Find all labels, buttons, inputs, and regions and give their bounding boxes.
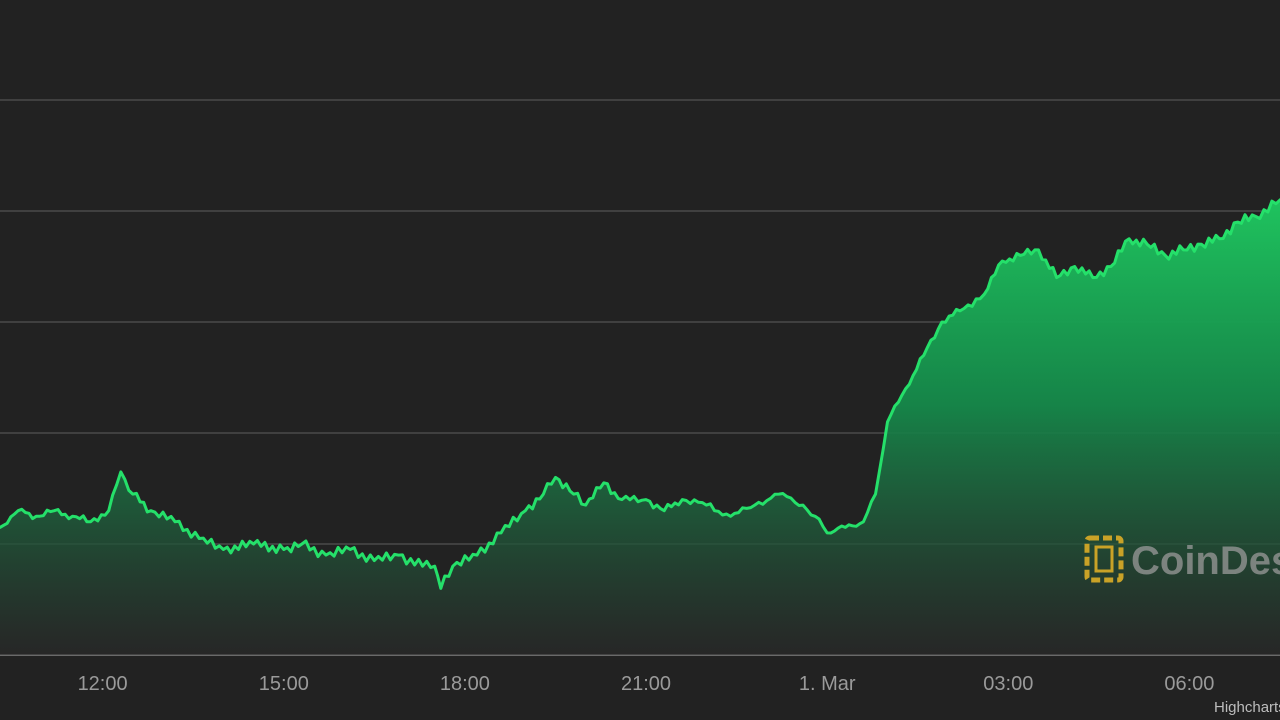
x-tick-label: 03:00	[983, 673, 1033, 695]
chart-container: 12:00 15:00 18:00 21:00 1. Mar 03:00 06:00 Coi…	[0, 0, 1280, 720]
series-area	[0, 199, 1280, 655]
x-tick-label: 12:00	[78, 673, 128, 695]
x-axis: 12:00 15:00 18:00 21:00 1. Mar 03:00 06:00	[78, 673, 1215, 695]
x-tick-label: 1. Mar	[799, 673, 856, 695]
chart-credits[interactable]: Highcharts.com	[1214, 699, 1280, 716]
x-tick-label: 18:00	[440, 673, 490, 695]
price-chart: 12:00 15:00 18:00 21:00 1. Mar 03:00 06:00 Coi…	[0, 99, 1280, 716]
series-area-fill	[0, 199, 1280, 655]
x-tick-label: 15:00	[259, 673, 309, 695]
x-tick-label: 21:00	[621, 673, 671, 695]
x-tick-label: 06:00	[1164, 673, 1214, 695]
watermark-text: CoinDesk	[1131, 539, 1280, 583]
